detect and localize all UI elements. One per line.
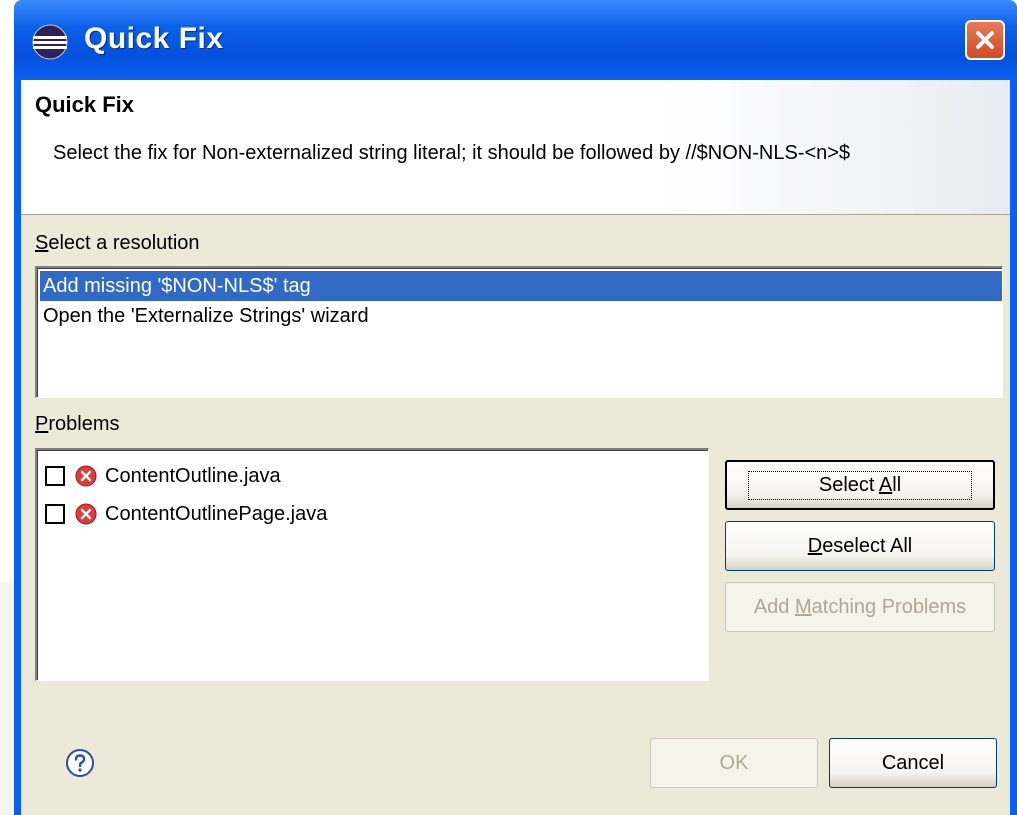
problem-file: ContentOutlinePage.java [105, 502, 328, 525]
select-all-text: Select [818, 473, 879, 496]
select-all-button[interactable]: Select All [725, 460, 995, 510]
header-message: Select the fix for Non-externalized stri… [53, 142, 851, 164]
close-button[interactable] [965, 20, 1005, 60]
error-icon [75, 465, 97, 487]
add-matching-text: Add [753, 595, 795, 618]
problems-list[interactable]: ContentOutline.java ContentOutlinePage.j… [35, 448, 709, 681]
add-matching-problems-button[interactable]: Add Matching Problems [725, 582, 995, 632]
problems-label-mnemonic: P [35, 413, 49, 435]
resolution-item-externalize-wizard[interactable]: Open the 'Externalize Strings' wizard [40, 301, 1002, 331]
title-bar[interactable]: Quick Fix [14, 0, 1017, 80]
select-all-mnemonic: A [878, 473, 893, 496]
add-matching-mnemonic: M [794, 595, 812, 618]
resolution-label-text: elect a resolution [48, 232, 200, 254]
problem-checkbox[interactable] [45, 466, 65, 486]
deselect-all-button[interactable]: Deselect All [725, 521, 995, 571]
error-icon [75, 503, 97, 525]
cancel-button[interactable]: Cancel [829, 738, 997, 788]
help-icon[interactable] [65, 748, 95, 778]
header-title: Quick Fix [35, 92, 135, 117]
problem-row[interactable]: ContentOutline.java [45, 458, 281, 494]
add-matching-label: Add Matching Problems [754, 596, 966, 619]
select-all-text-end: ll [892, 473, 902, 496]
dialog-header: Quick Fix Select the fix for Non-externa… [21, 80, 1010, 215]
select-all-label: Select All [747, 470, 973, 500]
quick-fix-dialog: Quick Fix Quick Fix Select the fix for N… [14, 0, 1017, 815]
add-matching-text-end: atching Problems [811, 595, 967, 618]
resolution-label-mnemonic: S [35, 232, 49, 254]
resolution-list[interactable]: Add missing '$NON-NLS$' tag Open the 'Ex… [35, 266, 1003, 398]
resolution-label: Select a resolution [35, 232, 200, 255]
background-fragment-top [0, 0, 14, 582]
problems-label: Problems [35, 413, 119, 436]
deselect-all-mnemonic: D [807, 534, 823, 557]
eclipse-icon [32, 24, 68, 60]
close-icon [976, 31, 994, 49]
problems-label-text: roblems [48, 413, 120, 435]
problem-checkbox[interactable] [45, 504, 65, 524]
dialog-client-area: Quick Fix Select the fix for Non-externa… [21, 80, 1010, 815]
window-title: Quick Fix [84, 22, 224, 55]
deselect-all-text: eselect All [822, 534, 913, 557]
ok-button[interactable]: OK [650, 738, 818, 788]
resolution-item-add-tag[interactable]: Add missing '$NON-NLS$' tag [40, 271, 1002, 301]
problem-row[interactable]: ContentOutlinePage.java [45, 496, 327, 532]
problem-file: ContentOutline.java [105, 464, 281, 487]
deselect-all-label: Deselect All [808, 535, 913, 558]
background-fragment-bottom [0, 582, 15, 815]
